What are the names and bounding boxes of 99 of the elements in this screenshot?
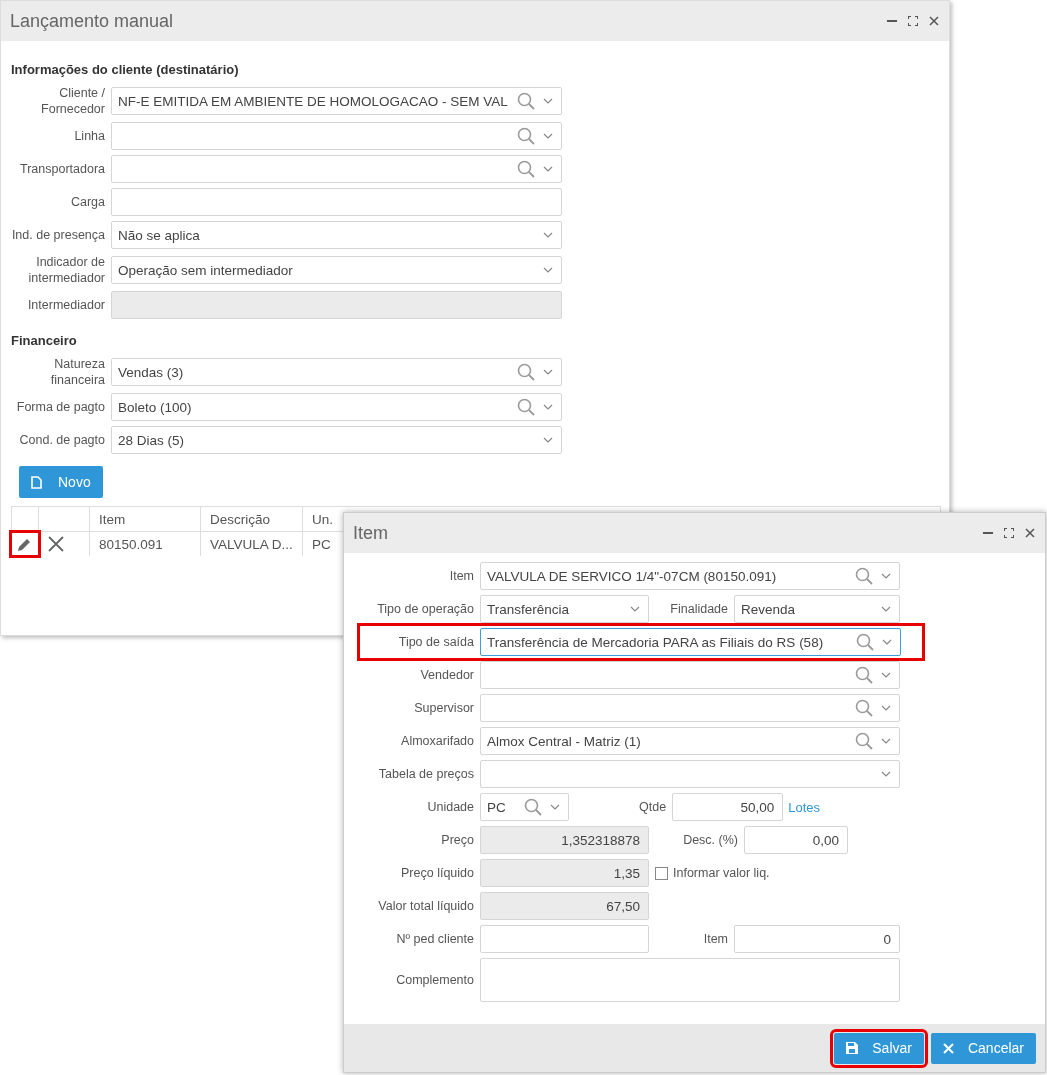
text-field[interactable]	[480, 925, 649, 953]
field-label: Tipo de saída	[397, 635, 475, 649]
select-field[interactable]	[480, 760, 900, 788]
close-icon[interactable]	[1025, 528, 1035, 538]
chevron-down-icon	[881, 573, 891, 579]
chevron-down-icon	[881, 705, 891, 711]
pencil-icon	[17, 536, 33, 552]
field-label: Tipo de operação	[376, 602, 475, 616]
field-label: Tabela de preços	[377, 767, 475, 781]
search-icon	[855, 699, 873, 717]
close-icon	[942, 1042, 954, 1054]
number-field[interactable]: 50,00	[672, 793, 784, 821]
field-label: Finalidade	[669, 602, 729, 616]
checkbox-label: Informar valor liq.	[673, 866, 770, 880]
select-field[interactable]: Operação sem intermediador	[111, 256, 562, 284]
lookup-field[interactable]: Vendas (3)	[111, 358, 562, 386]
field-label: Nº ped cliente	[395, 932, 475, 946]
field-label: Item	[448, 569, 475, 583]
chevron-down-icon	[630, 606, 640, 612]
field-label: Valor total líquido	[377, 899, 475, 913]
column-header: Descrição	[200, 506, 303, 532]
lookup-field[interactable]	[111, 155, 562, 183]
chevron-down-icon	[543, 267, 553, 273]
field-label: Forma de pagto	[15, 399, 106, 415]
readonly-field[interactable]: 1,352318878	[480, 826, 649, 854]
lookup-field[interactable]: Almox Central - Matriz (1)	[480, 727, 900, 755]
field-label: Qtde	[638, 800, 668, 814]
field-label: Cond. de pagto	[18, 432, 106, 448]
chevron-down-icon	[881, 672, 891, 678]
field-label: Indicador de intermediador	[27, 254, 106, 286]
section-heading: Financeiro	[10, 333, 78, 348]
field-label: Preço líquido	[400, 866, 475, 880]
document-icon	[31, 475, 42, 489]
search-icon	[517, 363, 535, 381]
field-label: Natureza financeira	[49, 356, 106, 388]
chevron-down-icon	[543, 232, 553, 238]
chevron-down-icon	[543, 133, 553, 139]
window-title: Lançamento manual	[10, 10, 175, 32]
maximize-icon[interactable]	[908, 16, 918, 26]
chevron-down-icon	[881, 606, 891, 612]
maximize-icon[interactable]	[1004, 528, 1014, 538]
chevron-down-icon	[881, 738, 891, 744]
lookup-field[interactable]: Transferência de Mercadoria PARA as Filiais do RS (58)	[480, 628, 901, 656]
chevron-down-icon	[550, 804, 560, 810]
search-icon	[855, 666, 873, 684]
search-icon	[517, 398, 535, 416]
number-field[interactable]: 0,00	[744, 826, 848, 854]
number-field[interactable]: 0	[734, 925, 900, 953]
readonly-field[interactable]	[111, 291, 562, 319]
select-field[interactable]: Revenda	[734, 595, 900, 623]
field-label: Preço	[440, 833, 475, 847]
lookup-field[interactable]: PC	[480, 793, 569, 821]
lookup-field[interactable]: NF-E EMITIDA EM AMBIENTE DE HOMOLOGACAO - SEM VAL	[111, 87, 562, 115]
column-header: Item	[89, 506, 201, 532]
search-icon	[517, 92, 535, 110]
readonly-field[interactable]: 67,50	[480, 892, 649, 920]
lookup-field[interactable]: Boleto (100)	[111, 393, 562, 421]
field-label: Almoxarifado	[400, 734, 475, 748]
search-icon	[524, 798, 542, 816]
field-label: Vendedor	[419, 668, 475, 682]
section-heading: Informações do cliente (destinatário)	[10, 62, 240, 77]
field-label: Intermediador	[26, 297, 106, 313]
field-label: Carga	[69, 194, 106, 210]
text-field[interactable]	[111, 188, 562, 216]
field-label: Complemento	[395, 973, 475, 987]
delete-icon[interactable]	[48, 536, 64, 552]
field-label: Item	[702, 932, 729, 946]
lookup-field[interactable]	[480, 661, 900, 689]
chevron-down-icon	[543, 404, 553, 410]
field-label: Desc. (%)	[682, 833, 739, 847]
readonly-field[interactable]: 1,35	[480, 859, 649, 887]
lookup-field[interactable]	[111, 122, 562, 150]
textarea-field[interactable]	[480, 958, 900, 1002]
chevron-down-icon	[543, 98, 553, 104]
chevron-down-icon	[881, 771, 891, 777]
select-field[interactable]: 28 Dias (5)	[111, 426, 562, 454]
field-label: Supervisor	[413, 701, 475, 715]
lookup-field[interactable]	[480, 694, 900, 722]
select-field[interactable]: Transferência	[480, 595, 649, 623]
field-label: Ind. de presença	[10, 227, 106, 243]
search-icon	[855, 732, 873, 750]
field-label: Cliente / Fornecedor	[40, 85, 106, 117]
search-icon	[856, 633, 874, 651]
chevron-down-icon	[543, 437, 553, 443]
save-icon	[846, 1042, 859, 1054]
select-field[interactable]: Não se aplica	[111, 221, 562, 249]
search-icon	[517, 160, 535, 178]
close-icon[interactable]	[929, 16, 939, 26]
field-label: Linha	[73, 128, 106, 144]
field-label: Unidade	[426, 800, 475, 814]
lookup-field[interactable]: VALVULA DE SERVICO 1/4"-07CM (80150.091)	[480, 562, 900, 590]
chevron-down-icon	[882, 639, 892, 645]
search-icon	[855, 567, 873, 585]
checkbox[interactable]	[655, 866, 668, 880]
edit-button[interactable]	[12, 533, 38, 555]
chevron-down-icon	[543, 369, 553, 375]
search-icon	[517, 127, 535, 145]
chevron-down-icon	[543, 166, 553, 172]
field-label: Transportadora	[19, 161, 106, 177]
